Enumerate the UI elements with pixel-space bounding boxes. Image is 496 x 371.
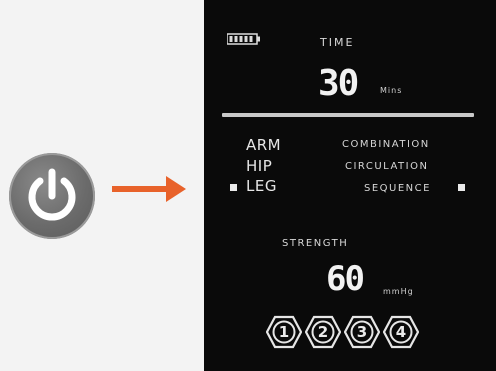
power-button[interactable] <box>9 153 95 239</box>
level-3-button[interactable]: 3 <box>343 314 381 350</box>
arrow-right-icon <box>112 176 186 202</box>
selected-indicator-left <box>230 184 237 191</box>
time-label: TIME <box>320 36 355 49</box>
level-label: 1 <box>278 323 290 341</box>
mode-circulation[interactable]: CIRCULATION <box>345 161 428 172</box>
level-label: 2 <box>317 323 329 341</box>
level-1-button[interactable]: 1 <box>265 314 303 350</box>
level-label: 3 <box>356 323 368 341</box>
mode-arm[interactable]: ARM <box>246 136 281 154</box>
strength-value: 60 <box>326 259 365 299</box>
mode-leg[interactable]: LEG <box>246 177 277 195</box>
mode-sequence[interactable]: SEQUENCE <box>364 183 431 194</box>
power-icon <box>28 168 76 221</box>
time-unit: Mins <box>380 86 403 95</box>
selected-indicator-right <box>458 184 465 191</box>
level-4-button[interactable]: 4 <box>382 314 420 350</box>
mode-combination[interactable]: COMBINATION <box>342 139 430 150</box>
time-value: 30 <box>318 63 359 104</box>
mode-hip[interactable]: HIP <box>246 157 272 175</box>
battery-icon <box>227 33 260 45</box>
divider <box>222 113 474 117</box>
strength-label: STRENGTH <box>282 238 349 249</box>
level-2-button[interactable]: 2 <box>304 314 342 350</box>
strength-unit: mmHg <box>383 287 414 296</box>
level-label: 4 <box>395 323 407 341</box>
